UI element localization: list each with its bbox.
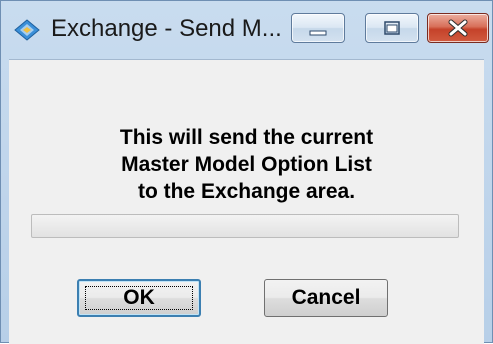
close-button[interactable] — [427, 13, 489, 43]
ok-button[interactable]: OK — [77, 279, 201, 317]
dialog-window: Exchange - Send M... This will send the … — [0, 0, 493, 344]
minimize-button[interactable] — [291, 13, 345, 43]
close-icon — [448, 19, 468, 37]
cancel-button[interactable]: Cancel — [264, 279, 388, 317]
message-line-3: to the Exchange area. — [137, 180, 356, 203]
minimize-icon — [309, 30, 327, 36]
dialog-client-area: This will send the current Master Model … — [9, 59, 484, 344]
exchange-diamond-icon — [14, 19, 40, 41]
progress-bar — [31, 214, 459, 238]
window-title: Exchange - Send M... — [51, 15, 282, 42]
maximize-button[interactable] — [365, 13, 419, 43]
maximize-icon — [384, 21, 400, 35]
cancel-button-label: Cancel — [291, 286, 361, 309]
message-line-1: This will send the current — [119, 126, 374, 149]
title-bar[interactable]: Exchange - Send M... — [1, 1, 492, 59]
message-line-2: Master Model Option List — [121, 153, 372, 176]
ok-button-label: OK — [123, 286, 155, 309]
confirmation-message: This will send the current Master Model … — [9, 124, 484, 205]
